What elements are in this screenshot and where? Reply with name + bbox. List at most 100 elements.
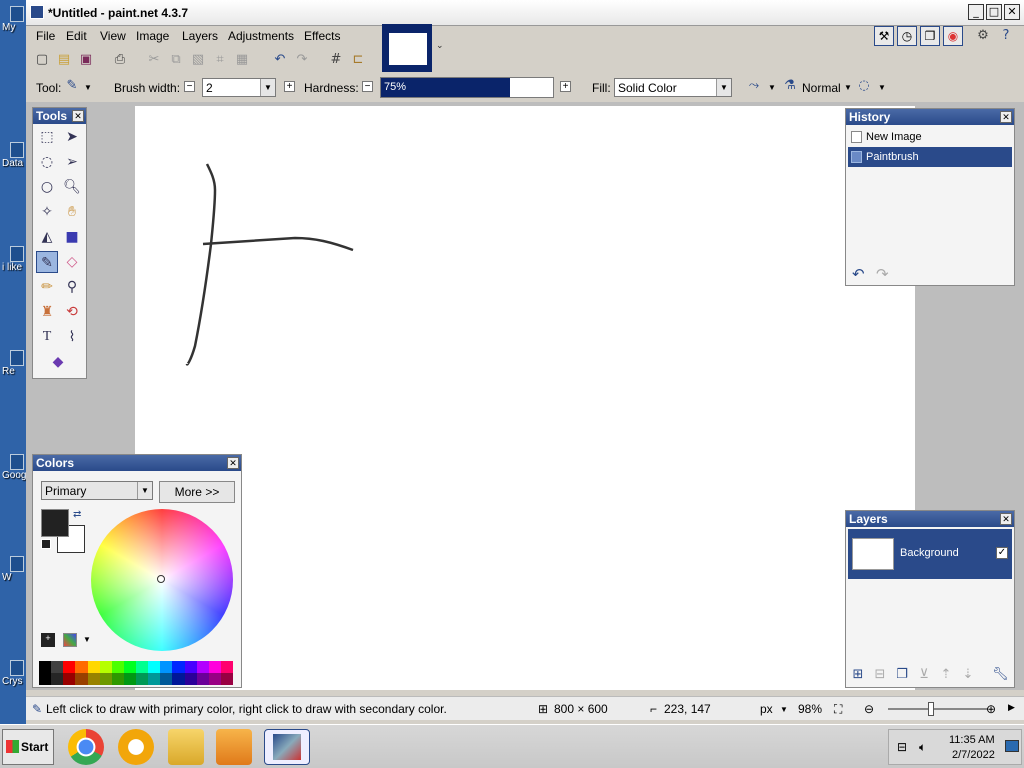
history-item-new-image[interactable]: New Image: [848, 127, 1012, 147]
image-thumbnail-tab[interactable]: [382, 24, 432, 72]
palette-swatch[interactable]: [196, 661, 209, 673]
more-colors-button[interactable]: More >>: [159, 481, 235, 503]
minimize-button[interactable]: _: [968, 4, 984, 20]
grid-icon[interactable]: #: [328, 52, 344, 68]
close-icon[interactable]: ✕: [227, 457, 239, 469]
palette-swatch[interactable]: [51, 661, 64, 673]
history-panel-header[interactable]: History ✕: [846, 109, 1014, 125]
color-wheel-cursor[interactable]: [157, 575, 165, 583]
drawing-canvas[interactable]: [135, 106, 915, 690]
palette-swatch[interactable]: [51, 673, 64, 685]
zoom-to-window-icon[interactable]: ⛶: [834, 702, 842, 717]
menu-file[interactable]: File: [36, 29, 55, 43]
palette-swatch[interactable]: [172, 661, 185, 673]
network-icon[interactable]: ⊟: [897, 740, 907, 754]
open-folder-icon[interactable]: ▤: [56, 52, 72, 68]
desktop-icon[interactable]: Crys: [0, 660, 26, 687]
palette-swatch[interactable]: [99, 673, 112, 685]
palette-swatch[interactable]: [148, 673, 161, 685]
colors-panel-header[interactable]: Colors ✕: [33, 455, 241, 471]
copy-icon[interactable]: ⧉: [168, 52, 184, 68]
move-layer-down-icon[interactable]: ⇣: [960, 667, 976, 683]
chevron-down-icon[interactable]: ▼: [780, 705, 788, 714]
layers-window-toggle-icon[interactable]: ❐: [920, 26, 940, 46]
brush-width-increase-button[interactable]: +: [284, 81, 295, 92]
hardness-slider[interactable]: 75%: [380, 77, 554, 98]
chevron-down-icon[interactable]: ▼: [716, 79, 731, 96]
palette-menu-icon[interactable]: [63, 633, 77, 647]
palette-swatch[interactable]: [87, 661, 100, 673]
desktop-icon[interactable]: i like: [0, 246, 26, 273]
settings-gear-icon[interactable]: ⚙: [975, 28, 991, 44]
tools-window-toggle-icon[interactable]: ⚒: [874, 26, 894, 46]
palette-swatch[interactable]: [111, 673, 124, 685]
rectangle-select-icon[interactable]: ⬚: [36, 126, 58, 148]
zoom-out-icon[interactable]: ⊖: [864, 702, 874, 716]
scroll-right-icon[interactable]: ▶: [1008, 702, 1015, 713]
close-icon[interactable]: ✕: [1000, 513, 1012, 525]
deselect-icon[interactable]: ▦: [234, 52, 250, 68]
save-icon[interactable]: ▣: [78, 52, 94, 68]
chevron-down-icon[interactable]: ▼: [768, 83, 776, 92]
brush-width-input[interactable]: 2 ▼: [202, 78, 276, 97]
palette-swatch[interactable]: [172, 673, 185, 685]
undo-icon[interactable]: ↶: [852, 265, 865, 283]
start-button[interactable]: Start: [2, 729, 54, 765]
primary-color-swatch[interactable]: [41, 509, 69, 537]
crop-icon[interactable]: ⌗: [212, 52, 228, 68]
palette-swatch[interactable]: [208, 661, 221, 673]
shapes-icon[interactable]: ◆: [47, 351, 69, 373]
print-icon[interactable]: ⎙: [112, 52, 128, 68]
zoom-slider-track[interactable]: [888, 708, 988, 710]
menu-edit[interactable]: Edit: [66, 29, 87, 43]
new-file-icon[interactable]: ▢: [34, 52, 50, 68]
hardness-decrease-button[interactable]: −: [362, 81, 373, 92]
desktop-icon[interactable]: Goog: [0, 454, 26, 481]
menu-layers[interactable]: Layers: [182, 29, 218, 43]
color-mode-select[interactable]: Primary ▼: [41, 481, 153, 500]
palette-swatch[interactable]: [99, 661, 112, 673]
blend-mode-value[interactable]: Normal: [802, 81, 841, 95]
move-selected-icon[interactable]: ➤: [61, 126, 83, 148]
palette-swatch[interactable]: [123, 673, 136, 685]
layer-row-background[interactable]: Background ✓: [848, 529, 1012, 579]
undo-icon[interactable]: ↶: [272, 52, 288, 68]
ellipse-select-icon[interactable]: ○: [36, 176, 58, 198]
recolor-icon[interactable]: ⟲: [61, 301, 83, 323]
palette-swatch[interactable]: [136, 661, 149, 673]
menu-view[interactable]: View: [100, 29, 126, 43]
palette-swatch[interactable]: [220, 673, 233, 685]
palette-swatch[interactable]: [160, 673, 173, 685]
close-icon[interactable]: ✕: [72, 110, 84, 122]
palette-swatch[interactable]: [160, 661, 173, 673]
palette-swatch[interactable]: [184, 673, 197, 685]
ruler-icon[interactable]: ⊏: [350, 52, 366, 68]
move-selection-icon[interactable]: ➢: [61, 151, 83, 173]
title-bar[interactable]: *Untitled - paint.net 4.3.7 _ □ ✕: [26, 0, 1024, 26]
palette-swatch[interactable]: [136, 673, 149, 685]
browser-icon[interactable]: [118, 729, 154, 765]
gradient-icon[interactable]: ■: [61, 226, 83, 248]
text-tool-icon[interactable]: T: [36, 326, 58, 348]
zoom-in-icon[interactable]: ⊕: [986, 702, 996, 716]
desktop-icon[interactable]: My: [0, 6, 26, 33]
menu-adjustments[interactable]: Adjustments: [228, 29, 294, 43]
paste-icon[interactable]: ▧: [190, 52, 206, 68]
eraser-icon[interactable]: ◇: [61, 251, 83, 273]
pencil-icon[interactable]: ✏︎: [36, 276, 58, 298]
reset-colors-icon[interactable]: [41, 539, 51, 549]
close-icon[interactable]: ✕: [1000, 111, 1012, 123]
tools-panel-header[interactable]: Tools ✕: [33, 108, 86, 124]
chevron-down-icon[interactable]: ⌄: [436, 40, 444, 51]
show-desktop-icon[interactable]: [1005, 740, 1019, 752]
close-button[interactable]: ✕: [1004, 4, 1020, 20]
hardness-increase-button[interactable]: +: [560, 81, 571, 92]
history-window-toggle-icon[interactable]: ◷: [897, 26, 917, 46]
lasso-select-icon[interactable]: ◌: [36, 151, 58, 173]
chevron-down-icon[interactable]: ▼: [83, 635, 91, 644]
duplicate-layer-icon[interactable]: ❐: [894, 667, 910, 683]
chevron-down-icon[interactable]: ▼: [260, 79, 275, 96]
palette-swatch[interactable]: [63, 661, 76, 673]
clone-stamp-icon[interactable]: ♜: [36, 301, 58, 323]
layers-panel-header[interactable]: Layers ✕: [846, 511, 1014, 527]
